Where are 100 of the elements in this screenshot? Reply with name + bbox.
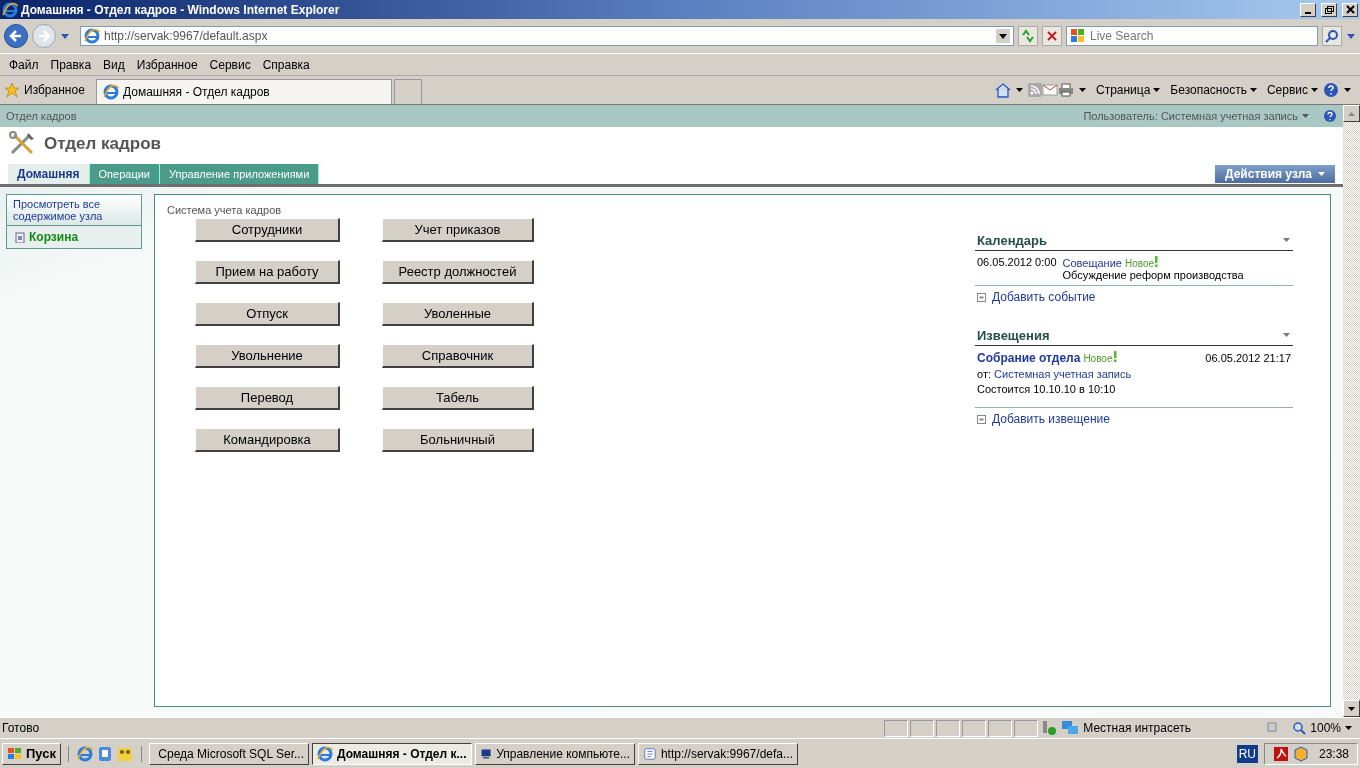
menu-item[interactable]: Вид: [98, 57, 130, 72]
new-tab-button[interactable]: [394, 78, 422, 105]
nav-button[interactable]: Учет приказов: [382, 218, 534, 242]
menu-item[interactable]: Сервис: [204, 57, 256, 72]
caret-icon: [1311, 87, 1318, 93]
breadcrumb[interactable]: Отдел кадров: [6, 110, 77, 122]
caret-icon[interactable]: [1015, 87, 1023, 93]
cube-icon[interactable]: [1292, 745, 1309, 762]
zoom-icon: [1292, 721, 1307, 735]
page-icon: [84, 28, 100, 44]
menu-item[interactable]: Избранное: [131, 57, 203, 72]
zone-indicator: Местная интрасеть: [1058, 719, 1265, 737]
announcement-link[interactable]: Собрание отдела: [977, 351, 1081, 365]
menu-item[interactable]: Файл: [4, 57, 44, 72]
site-actions-button[interactable]: Действия узла: [1215, 165, 1335, 183]
status-pane: [1014, 719, 1039, 737]
mail-icon[interactable]: [1041, 84, 1058, 96]
nav-button[interactable]: Уволенные: [382, 302, 534, 326]
address-field[interactable]: http://servak:9967/default.aspx: [80, 26, 1014, 46]
recycle-bin-link[interactable]: Корзина: [7, 226, 141, 248]
announcement-text: Состоится 10.10.10 в 10:10: [977, 383, 1117, 395]
web-part-title: Календарь: [977, 233, 1047, 248]
user-menu[interactable]: Пользователь: Системная учетная запись: [1083, 110, 1309, 122]
favorites-button[interactable]: Избранное: [4, 82, 96, 98]
language-indicator[interactable]: RU: [1236, 744, 1258, 763]
event-link[interactable]: Совещание: [1062, 257, 1122, 269]
status-pane: [910, 719, 935, 737]
search-field[interactable]: Live Search: [1066, 26, 1318, 46]
nav-button[interactable]: Командировка: [195, 428, 340, 452]
browser-icon[interactable]: [77, 745, 93, 762]
dropdown-icon[interactable]: [996, 29, 1010, 43]
add-icon: [977, 414, 986, 424]
new-label: Новое: [1124, 258, 1155, 269]
caret-icon[interactable]: [1078, 87, 1086, 93]
command-menu[interactable]: Сервис: [1261, 83, 1323, 97]
status-text: Готово: [1, 721, 41, 735]
caret-icon: [1345, 725, 1352, 731]
taskbar-button[interactable]: Домашняя - Отдел к...: [312, 742, 472, 765]
window-title: Домашняя - Отдел кадров - Windows Internet Explorer: [21, 2, 341, 17]
minimize-button[interactable]: [1300, 2, 1316, 17]
nav-button[interactable]: Перевод: [195, 386, 340, 410]
scroll-down-icon[interactable]: [1348, 706, 1355, 711]
network-icon: [1061, 720, 1080, 736]
exclamation-icon: [1154, 256, 1159, 267]
close-button[interactable]: [1342, 2, 1358, 17]
site-title: Отдел кадров: [44, 134, 162, 154]
command-menu[interactable]: Страница: [1090, 83, 1166, 97]
browser-icon: [2, 1, 18, 18]
nav-button[interactable]: Справочник: [382, 344, 534, 368]
menu-item[interactable]: Правка: [45, 57, 97, 72]
refresh-button[interactable]: [1018, 26, 1038, 46]
nav-button[interactable]: Сотрудники: [195, 218, 340, 242]
author-link[interactable]: Системная учетная запись: [994, 368, 1132, 380]
status-pane: [884, 719, 909, 737]
restore-button[interactable]: [1321, 2, 1337, 17]
help-icon[interactable]: [1323, 109, 1337, 123]
scrollbar[interactable]: [1343, 105, 1360, 717]
nav-button[interactable]: Отпуск: [195, 302, 340, 326]
document-icon[interactable]: [97, 745, 113, 762]
start-button[interactable]: Пуск: [2, 742, 61, 765]
nav-button[interactable]: Увольнение: [195, 344, 340, 368]
add-link[interactable]: Добавить извещение: [992, 412, 1110, 426]
back-button[interactable]: [4, 24, 28, 48]
restore-icon: [1324, 5, 1334, 14]
search-button[interactable]: [1322, 26, 1342, 46]
section-title: Система учета кадров: [167, 204, 283, 216]
caret-icon: [1302, 113, 1309, 119]
help-icon[interactable]: [1323, 82, 1339, 98]
menu-item[interactable]: Справка: [257, 57, 315, 72]
taskbar-button[interactable]: http://servak:9967/defa...: [638, 742, 798, 765]
status-pane: [936, 719, 961, 737]
refresh-icon: [1021, 29, 1035, 43]
nav-button[interactable]: Прием на работу: [195, 260, 340, 284]
page-icon: [643, 745, 657, 762]
taskbar-button[interactable]: Среда Microsoft SQL Ser...: [149, 742, 309, 765]
taskbar-button[interactable]: Управление компьюте...: [475, 742, 635, 765]
nav-button[interactable]: Реестр должностей: [382, 260, 534, 284]
command-menu[interactable]: Безопасность: [1165, 83, 1262, 97]
caret-icon: [1153, 87, 1161, 93]
quick-launch-link[interactable]: Просмотреть все содержимое узла: [7, 195, 141, 226]
caret-icon[interactable]: [1344, 87, 1351, 93]
printer-icon[interactable]: [1057, 83, 1074, 97]
web-part-title: Извещения: [977, 328, 1050, 343]
nav-button[interactable]: Больничный: [382, 428, 534, 452]
nav-button[interactable]: Табель: [382, 386, 534, 410]
browser-tab[interactable]: Домашняя - Отдел кадров: [96, 78, 392, 105]
minimize-icon: [1305, 11, 1311, 14]
clock: 23:38: [1318, 746, 1349, 761]
event-date: 06.05.2012 0:00: [977, 256, 1057, 270]
status-pane: [962, 719, 987, 737]
stop-button[interactable]: [1042, 26, 1062, 46]
home-icon[interactable]: [994, 82, 1011, 98]
pdf-icon[interactable]: [1272, 745, 1289, 762]
status-pane: [988, 719, 1013, 737]
nav-tab[interactable]: Домашняя: [8, 164, 90, 184]
zoom-button[interactable]: 100%: [1284, 719, 1360, 737]
star-icon: [4, 82, 20, 98]
add-link[interactable]: Добавить событие: [992, 290, 1096, 304]
stop-icon: [1046, 30, 1058, 42]
caret-icon: [1249, 87, 1257, 93]
